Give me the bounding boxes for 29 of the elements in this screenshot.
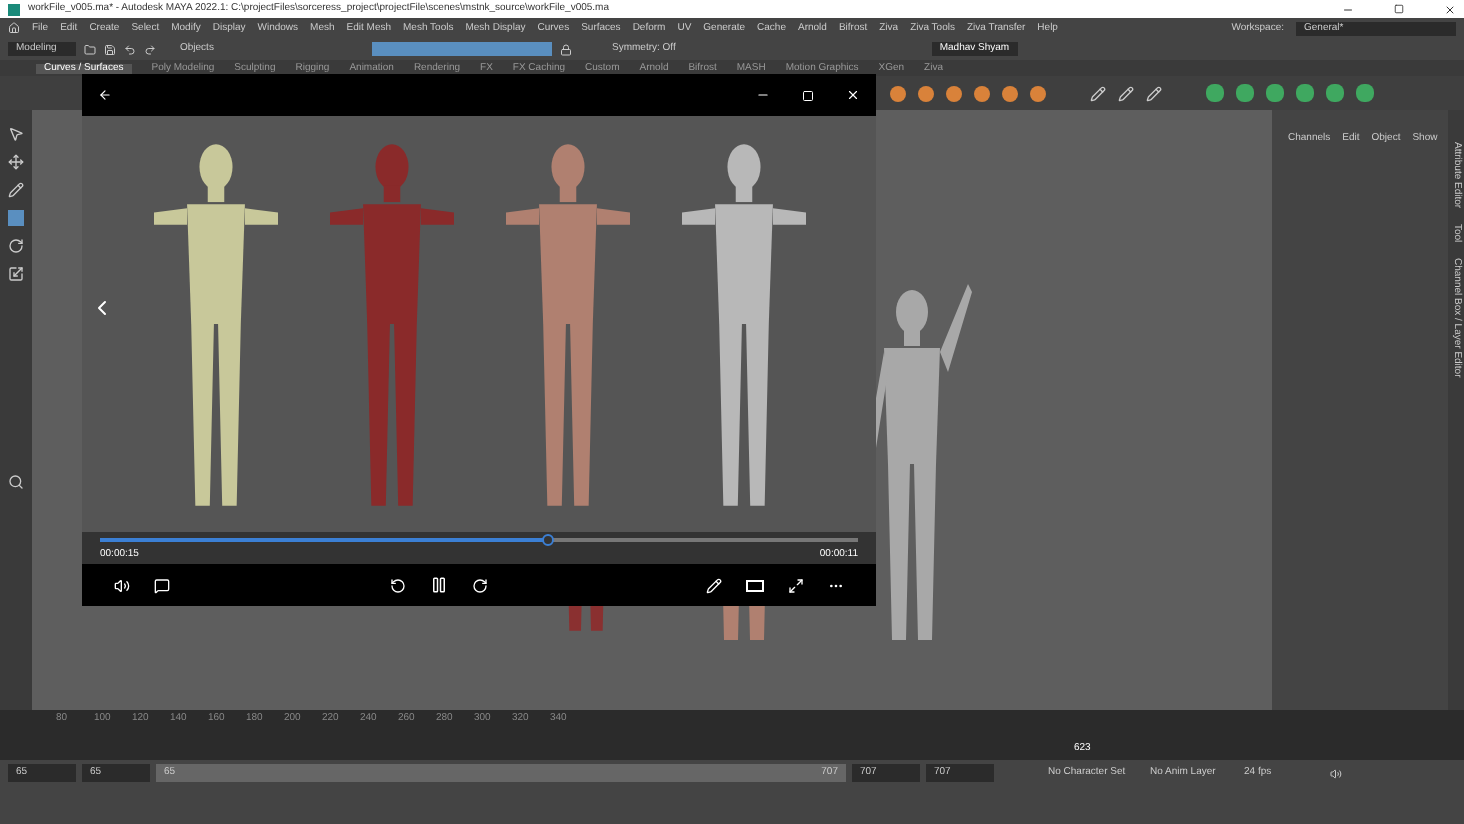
paint-tool-icon[interactable] xyxy=(8,182,24,198)
rotate-tool-icon[interactable] xyxy=(8,238,24,254)
home-icon[interactable] xyxy=(8,22,20,34)
shelf-tool-icon[interactable] xyxy=(1118,85,1134,101)
close-icon[interactable] xyxy=(1444,3,1456,15)
app-icon xyxy=(8,3,20,15)
undo-icon[interactable] xyxy=(124,43,136,55)
redo-icon[interactable] xyxy=(144,43,156,55)
video-seek-thumb[interactable] xyxy=(541,534,554,546)
minimize-icon[interactable] xyxy=(756,88,770,102)
save-icon[interactable] xyxy=(104,43,116,55)
edit-icon[interactable] xyxy=(706,577,722,593)
back-icon[interactable] xyxy=(98,88,112,102)
skip-back-icon[interactable] xyxy=(389,577,405,593)
select-tool-icon[interactable] xyxy=(8,126,24,142)
sound-icon[interactable] xyxy=(1330,767,1342,779)
mini-view-icon[interactable] xyxy=(746,579,764,591)
shelf-tool-icon[interactable] xyxy=(1090,85,1106,101)
search-icon[interactable] xyxy=(8,474,24,490)
shelf-tool-icon[interactable] xyxy=(1146,85,1162,101)
volume-icon[interactable] xyxy=(114,577,130,593)
subtitles-icon[interactable] xyxy=(154,577,170,593)
fullscreen-icon[interactable] xyxy=(788,577,804,593)
pause-icon[interactable] xyxy=(429,576,447,594)
minimize-icon[interactable] xyxy=(1342,3,1354,15)
lock-icon[interactable] xyxy=(560,43,572,55)
move-tool-icon[interactable] xyxy=(8,154,24,170)
folder-icon[interactable] xyxy=(84,43,96,55)
skip-forward-icon[interactable] xyxy=(471,577,487,593)
